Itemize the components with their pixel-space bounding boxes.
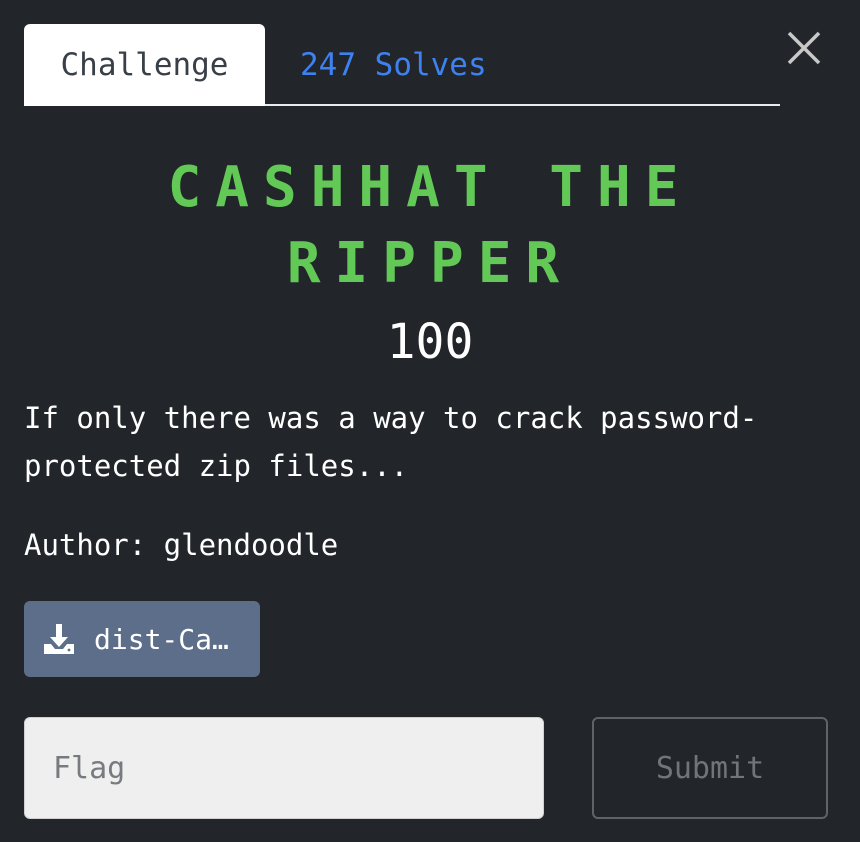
challenge-tabs: Challenge 247 Solves	[24, 24, 780, 106]
challenge-description: If only there was a way to crack passwor…	[24, 401, 758, 483]
challenge-points: 100	[386, 314, 474, 370]
submit-button[interactable]: Submit	[592, 717, 828, 819]
flag-input[interactable]	[24, 717, 544, 819]
tab-solves[interactable]: 247 Solves	[300, 24, 487, 106]
tab-challenge[interactable]: Challenge	[24, 24, 265, 106]
close-button[interactable]	[786, 30, 822, 66]
challenge-modal: Challenge 247 Solves CASHHAT THE RIPPER …	[0, 0, 860, 842]
download-icon	[44, 624, 74, 654]
challenge-title: CASHHAT THE RIPPER	[167, 155, 693, 296]
close-icon	[787, 31, 821, 65]
file-name-label: dist-Ca…	[94, 622, 229, 656]
file-download-button[interactable]: dist-Ca…	[24, 601, 260, 677]
challenge-author: Author: glendoodle	[24, 528, 339, 562]
